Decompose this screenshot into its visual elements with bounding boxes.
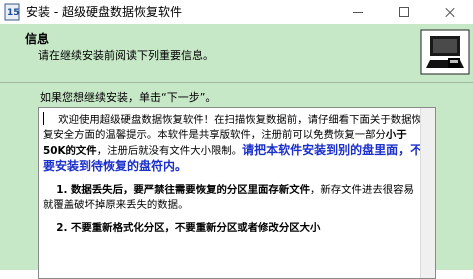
item-2-bold: 2. 不要重新格式化分区，不要重新分区或者修改分区大小 xyxy=(56,222,321,234)
vertical-scrollbar[interactable] xyxy=(420,108,435,278)
intro-paragraph: 欢迎使用超级硬盘数据恢复软件！在扫描恢复数据前，请仔细看下面关于数据恢复安全方面… xyxy=(43,112,423,175)
intro-text-b: ，注册后就没有文件大小限制。 xyxy=(96,145,243,157)
continue-prompt: 如果您想继续安装，单击“下一步”。 xyxy=(40,91,217,104)
svg-text:15: 15 xyxy=(7,8,20,18)
page-title: 信息 xyxy=(25,32,50,46)
wizard-header: 信息 请在继续安装前阅读下列重要信息。 xyxy=(0,24,473,83)
minimize-button[interactable] xyxy=(335,0,381,24)
title-bar: 15 安装 - 超级硬盘数据恢复软件 xyxy=(0,0,473,24)
content-area: 如果您想继续安装，单击“下一步”。 欢迎使用超级硬盘数据恢复软件！在扫描恢复数据… xyxy=(0,83,473,279)
installer-app-icon: 15 xyxy=(4,3,20,21)
item-1-bold: 1. 数据丢失后，要严禁往需要恢复的分区里面存新文件 xyxy=(56,184,310,196)
computer-disk-icon xyxy=(420,29,470,75)
page-subtitle: 请在继续安装前阅读下列重要信息。 xyxy=(38,49,214,62)
maximize-button[interactable] xyxy=(381,0,427,24)
item-2: 2. 不要重新格式化分区，不要重新分区或者修改分区大小 xyxy=(43,221,423,236)
info-textbox[interactable]: 欢迎使用超级硬盘数据恢复软件！在扫描恢复数据前，请仔细看下面关于数据恢复安全方面… xyxy=(38,107,436,279)
window-title: 安装 - 超级硬盘数据恢复软件 xyxy=(26,5,182,19)
text-cursor xyxy=(43,112,44,125)
close-button[interactable] xyxy=(427,0,473,24)
info-text-content: 欢迎使用超级硬盘数据恢复软件！在扫描恢复数据前，请仔细看下面关于数据恢复安全方面… xyxy=(39,108,429,244)
item-1: 1. 数据丢失后，要严禁往需要恢复的分区里面存新文件，新存文件进去很容易就覆盖破… xyxy=(43,183,423,213)
intro-text-a: 欢迎使用超级硬盘数据恢复软件！在扫描恢复数据前，请仔细看下面关于数据恢复安全方面… xyxy=(43,114,422,141)
